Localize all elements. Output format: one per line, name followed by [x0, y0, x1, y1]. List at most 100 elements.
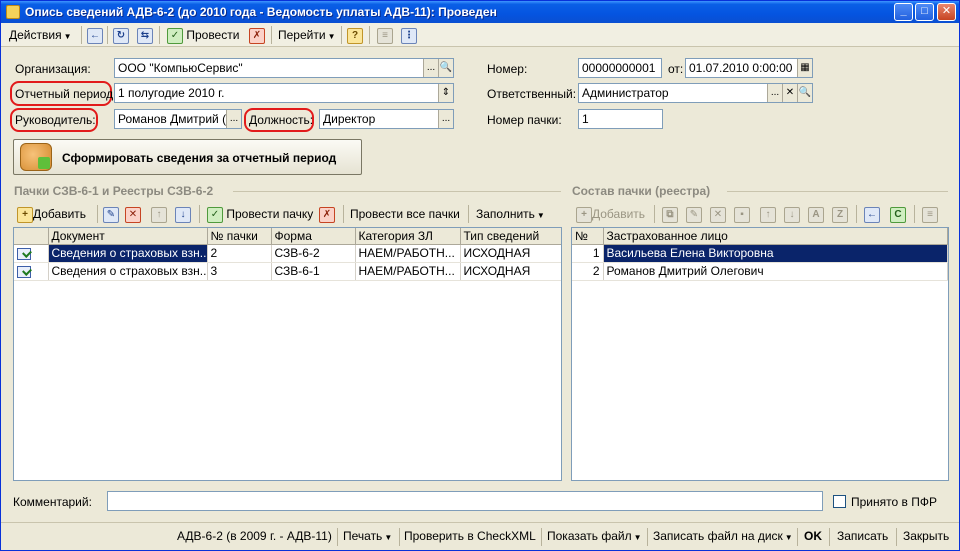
toolbar-divider: [914, 205, 915, 223]
accepted-label: Принято в ПФР: [851, 495, 937, 509]
edit-icon: ✎: [103, 206, 119, 223]
packs-move-up-button[interactable]: ↑: [151, 205, 167, 223]
contents-end-edit-button[interactable]: ▪: [734, 205, 750, 223]
position-select-button[interactable]: ...: [438, 110, 453, 128]
column-header[interactable]: № пачки: [207, 228, 272, 245]
number-field[interactable]: 00000000001: [578, 58, 662, 78]
refresh-button[interactable]: ↻: [113, 26, 129, 44]
column-header[interactable]: Тип сведений: [460, 228, 561, 245]
contents-back-button[interactable]: ←: [864, 205, 880, 223]
position-value: Директор: [323, 112, 376, 126]
date-field[interactable]: 01.07.2010 0:00:00 ▦: [685, 58, 813, 78]
contents-csv-button[interactable]: C: [890, 205, 906, 223]
arrow-up-icon: ↑: [760, 206, 776, 223]
contents-move-down-button[interactable]: ↓: [784, 205, 800, 223]
contents-list-button[interactable]: ≡: [922, 205, 938, 223]
packs-table[interactable]: Документ № пачки Форма Категория ЗЛ Тип …: [13, 227, 562, 481]
contents-table-header: № Застрахованное лицо: [572, 228, 948, 245]
organization-select-button[interactable]: ...: [423, 59, 438, 77]
help-button[interactable]: ?: [347, 26, 363, 44]
chevron-down-icon: ▼: [784, 533, 793, 542]
write-file-menu[interactable]: Записать файл на диск ▼: [653, 529, 793, 543]
organization-field[interactable]: ООО "КомпьюСервис" ... 🔍: [114, 58, 454, 78]
title-bar[interactable]: Опись сведений АДВ-6-2 (до 2010 года - В…: [1, 1, 959, 23]
unpost-pack-button[interactable]: ✗: [319, 205, 335, 223]
comment-field[interactable]: [107, 491, 823, 511]
contents-add-button[interactable]: + Добавить: [576, 205, 645, 223]
packs-delete-button[interactable]: ✕: [125, 205, 141, 223]
generate-button[interactable]: Сформировать сведения за отчетный период: [13, 139, 362, 175]
packs-section-title: Пачки СЗВ-6-1 и Реестры СЗВ-6-2: [14, 184, 214, 198]
calendar-icon[interactable]: ▦: [797, 59, 812, 77]
pack-number-field[interactable]: 1: [578, 109, 663, 129]
column-header[interactable]: №: [572, 228, 604, 245]
packs-move-down-button[interactable]: ↓: [175, 205, 191, 223]
table-row[interactable]: 2 Романов Дмитрий Олегович: [572, 262, 948, 281]
contents-sort-asc-button[interactable]: A: [808, 205, 824, 223]
post-pack-button[interactable]: ✓ Провести пачку: [207, 205, 313, 223]
tree-structure-icon: ⋮: [401, 27, 417, 44]
edit-icon: ✎: [686, 206, 702, 223]
write-file-label: Записать файл на диск: [653, 529, 783, 543]
period-field[interactable]: 1 полугодие 2010 г. ⇕: [114, 83, 454, 103]
post-pack-label: Провести пачку: [226, 207, 314, 221]
unpost-button[interactable]: ✗: [249, 26, 265, 44]
accepted-checkbox[interactable]: [833, 495, 846, 508]
column-header[interactable]: Документ: [48, 228, 208, 245]
toolbar-divider: [343, 205, 344, 223]
packs-add-button[interactable]: + Добавить: [17, 205, 86, 223]
show-file-menu[interactable]: Показать файл ▼: [547, 529, 642, 543]
contents-copy-button[interactable]: ⧉: [662, 205, 678, 223]
clear-icon[interactable]: ✕: [782, 84, 797, 102]
close-button[interactable]: Закрыть: [903, 529, 949, 543]
column-header[interactable]: Форма: [271, 228, 356, 245]
post-button[interactable]: ✓ Провести: [167, 26, 239, 44]
head-select-button[interactable]: ...: [226, 110, 241, 128]
search-icon[interactable]: 🔍: [797, 84, 812, 102]
contents-edit-button[interactable]: ✎: [686, 205, 702, 223]
actions-menu[interactable]: Действия ▼: [9, 26, 72, 44]
table-cell: ИСХОДНАЯ: [460, 244, 561, 263]
packs-edit-button[interactable]: ✎: [103, 205, 119, 223]
head-field[interactable]: Романов Дмитрий ( ...: [114, 109, 242, 129]
period-spin-icon[interactable]: ⇕: [438, 84, 453, 102]
contents-delete-button[interactable]: ✕: [710, 205, 726, 223]
minimize-button[interactable]: _: [894, 3, 913, 21]
list-view-button[interactable]: ≡: [377, 26, 393, 44]
position-field[interactable]: Директор ...: [319, 109, 454, 129]
posted-document-icon: [17, 265, 31, 278]
structure-view-button[interactable]: ⋮: [401, 26, 417, 44]
form-name-button[interactable]: АДВ-6-2 (в 2009 г. - АДВ-11): [177, 529, 332, 543]
table-cell: Сведения о страховых взн...: [48, 262, 208, 281]
close-window-button[interactable]: ✕: [937, 3, 956, 21]
table-cell: НАЕМ/РАБОТН...: [355, 262, 461, 281]
ok-button[interactable]: OK: [804, 529, 822, 543]
maximize-button[interactable]: □: [915, 3, 934, 21]
goto-menu[interactable]: Перейти ▼: [278, 26, 335, 44]
table-row[interactable]: Сведения о страховых взн... 3 СЗВ-6-1 НА…: [14, 262, 561, 281]
fill-menu[interactable]: Заполнить ▼: [476, 205, 545, 223]
end-edit-icon: ▪: [734, 206, 750, 223]
pack-contents-table[interactable]: № Застрахованное лицо 1 Васильева Елена …: [571, 227, 949, 481]
fill-menu-label: Заполнить: [476, 207, 535, 221]
table-row[interactable]: 1 Васильева Елена Викторовна: [572, 244, 948, 263]
column-header[interactable]: Застрахованное лицо: [603, 228, 948, 245]
packs-toolbar: + Добавить ✎ ✕ ↑ ↓ ✓ Провести пачку ✗ Про…: [13, 202, 563, 226]
post-all-packs-button[interactable]: Провести все пачки: [350, 205, 460, 223]
table-row[interactable]: Сведения о страховых взн... 2 СЗВ-6-2 НА…: [14, 244, 561, 263]
back-button[interactable]: ←: [87, 26, 103, 44]
table-cell: Сведения о страховых взн...: [48, 244, 208, 263]
contents-move-up-button[interactable]: ↑: [760, 205, 776, 223]
table-cell: Романов Дмитрий Олегович: [603, 262, 948, 281]
print-menu[interactable]: Печать ▼: [343, 529, 392, 543]
contents-sort-desc-button[interactable]: Z: [832, 205, 848, 223]
link-button[interactable]: ⇆: [137, 26, 153, 44]
chevron-down-icon: ▼: [63, 32, 72, 41]
column-header[interactable]: Категория ЗЛ: [355, 228, 461, 245]
responsible-field[interactable]: Администратор ... ✕ 🔍: [578, 83, 813, 103]
responsible-select-button[interactable]: ...: [767, 84, 782, 102]
check-xml-button[interactable]: Проверить в CheckXML: [404, 529, 536, 543]
unpost-document-icon: ✗: [249, 27, 265, 44]
search-icon[interactable]: 🔍: [438, 59, 453, 77]
save-button[interactable]: Записать: [837, 529, 888, 543]
